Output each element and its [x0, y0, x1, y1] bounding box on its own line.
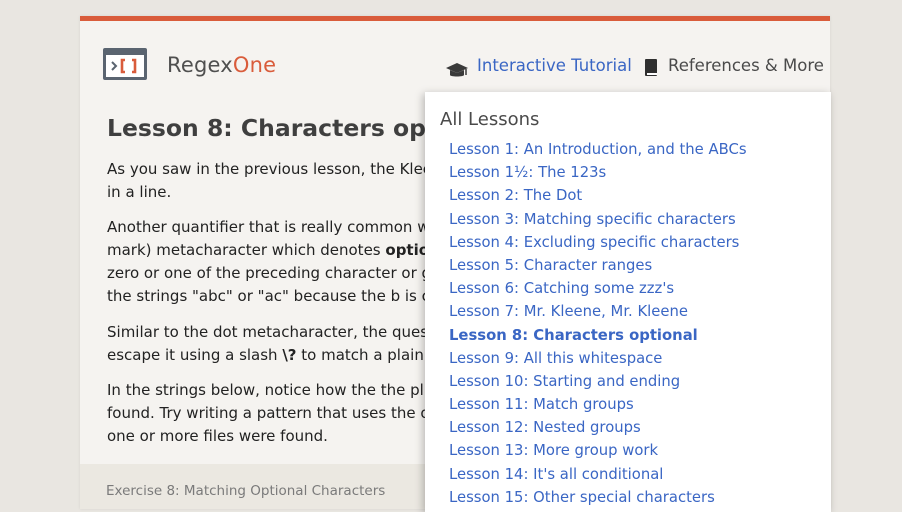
lesson-link-10[interactable]: Lesson 10: Starting and ending [449, 370, 747, 393]
lesson-link-1[interactable]: Lesson 1: An Introduction, and the ABCs [449, 138, 747, 161]
lesson-link-5[interactable]: Lesson 5: Character ranges [449, 254, 747, 277]
lesson-link-3[interactable]: Lesson 3: Matching specific characters [449, 208, 747, 231]
paragraph-line: zero or one of the preceding character o… [107, 264, 456, 282]
paragraph-line: the strings "abc" or "ac" because the b … [107, 287, 457, 305]
logo-text-main: Regex [167, 53, 233, 77]
lesson-link-15[interactable]: Lesson 15: Other special characters [449, 486, 747, 509]
paragraph-line: escape it using a slash \? to match a pl… [107, 344, 457, 367]
paragraph-line: found. Try writing a pattern that uses t… [107, 404, 450, 422]
lesson-link-11[interactable]: Lesson 11: Match groups [449, 393, 747, 416]
paragraph-line: Another quantifier that is really common… [107, 218, 449, 236]
lesson-link-7[interactable]: Lesson 7: Mr. Kleene, Mr. Kleene [449, 300, 747, 323]
code-escape-question: \? [282, 346, 297, 364]
site-header: RegexOne Interactive Tutorial References… [80, 21, 830, 91]
lesson-link-8[interactable]: Lesson 8: Characters optional [449, 324, 747, 347]
book-icon [645, 59, 657, 76]
paragraph-line: Similar to the dot metacharacter, the qu… [107, 323, 457, 341]
lesson-link-12[interactable]: Lesson 12: Nested groups [449, 416, 747, 439]
graduation-cap-icon [446, 63, 468, 77]
paragraph-text: escape it using a slash [107, 346, 283, 364]
paragraph-4: In the strings below, notice how the the… [107, 379, 449, 448]
nav-references-label: References & More [668, 56, 824, 75]
paragraph-2: Another quantifier that is really common… [107, 216, 456, 308]
nav-tutorial-label: Interactive Tutorial [477, 56, 632, 75]
lesson-list: Lesson 1: An Introduction, and the ABCs … [449, 138, 747, 509]
paragraph-text: mark) metacharacter which denotes [107, 241, 386, 259]
logo-text-accent: One [232, 53, 277, 77]
paragraph-line: one or more files were found. [107, 427, 328, 445]
paragraph-line: As you saw in the previous lesson, the K… [107, 160, 451, 178]
lesson-link-4[interactable]: Lesson 4: Excluding specific characters [449, 231, 747, 254]
lesson-link-13[interactable]: Lesson 13: More group work [449, 439, 747, 462]
paragraph-line: mark) metacharacter which denotes option… [107, 239, 456, 262]
paragraph-3: Similar to the dot metacharacter, the qu… [107, 321, 457, 367]
lesson-link-2[interactable]: Lesson 2: The Dot [449, 184, 747, 207]
lesson-link-6[interactable]: Lesson 6: Catching some zzz's [449, 277, 747, 300]
lesson-link-14[interactable]: Lesson 14: It's all conditional [449, 463, 747, 486]
regex-logo-icon[interactable] [102, 47, 148, 81]
lessons-dropdown: All Lessons Lesson 1: An Introduction, a… [425, 92, 831, 512]
dropdown-title: All Lessons [440, 109, 540, 130]
exercise-label: Exercise 8: Matching Optional Characters [106, 483, 386, 499]
lesson-link-1-5[interactable]: Lesson 1½: The 123s [449, 161, 747, 184]
lesson-title: Lesson 8: Characters option [107, 114, 479, 142]
paragraph-1: As you saw in the previous lesson, the K… [107, 158, 451, 204]
paragraph-line: in a line. [107, 183, 172, 201]
paragraph-line: In the strings below, notice how the the… [107, 381, 449, 399]
site-logo[interactable]: RegexOne [167, 53, 276, 77]
lesson-link-9[interactable]: Lesson 9: All this whitespace [449, 347, 747, 370]
